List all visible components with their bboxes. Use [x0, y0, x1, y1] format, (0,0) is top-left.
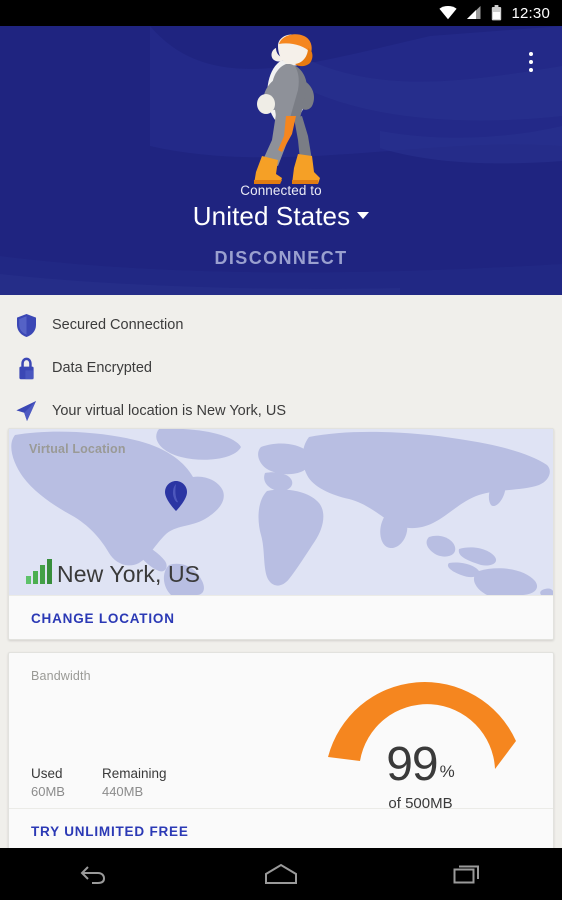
- status-text: Data Encrypted: [52, 360, 152, 376]
- status-text: Your virtual location is New York, US: [52, 403, 286, 419]
- bandwidth-remaining-stat: Remaining 440MB: [102, 765, 167, 801]
- bandwidth-gauge: 99% of 500MB: [316, 675, 531, 812]
- virtual-location-card: Virtual Location New York, US CHANGE LOC…: [8, 428, 554, 640]
- lock-icon: [0, 357, 52, 380]
- current-city: New York, US: [25, 559, 200, 589]
- android-navigation-bar: [0, 848, 562, 900]
- bandwidth-card: Bandwidth Used 60MB Remaining 440MB 99%: [8, 652, 554, 852]
- world-map[interactable]: Virtual Location New York, US: [9, 429, 553, 595]
- status-text: Secured Connection: [52, 317, 184, 333]
- bandwidth-body: Bandwidth Used 60MB Remaining 440MB 99%: [9, 653, 553, 812]
- disconnect-button[interactable]: DISCONNECT: [0, 248, 562, 269]
- status-row-virtual-location: Your virtual location is New York, US: [0, 396, 562, 426]
- signal-bars-icon: [25, 559, 53, 589]
- status-row-data-encrypted: Data Encrypted: [0, 353, 562, 383]
- gauge-percent: 99%: [316, 741, 525, 789]
- navigation-arrow-icon: [0, 400, 52, 422]
- cellular-signal-icon: [467, 6, 481, 19]
- map-pin-icon: [165, 481, 187, 516]
- status-bar-clock: 12:30: [511, 4, 550, 22]
- connection-header: Connected to United States DISCONNECT: [0, 26, 562, 295]
- used-label: Used: [31, 766, 63, 781]
- mascot-illustration: [0, 32, 562, 192]
- gauge-percent-symbol: %: [439, 762, 455, 781]
- country-selector[interactable]: United States: [0, 201, 562, 232]
- gauge-total-label: of 500MB: [388, 795, 453, 812]
- connected-to-label: Connected to: [240, 183, 322, 198]
- chevron-down-icon: [357, 212, 370, 219]
- city-name-label: New York, US: [57, 560, 201, 587]
- remaining-value: 440MB: [101, 784, 144, 800]
- battery-icon: [492, 5, 502, 21]
- vpn-app-screen: 12:30 Connected to United States DISCONN…: [0, 0, 562, 900]
- android-status-bar: 12:30: [0, 0, 562, 26]
- change-location-button[interactable]: CHANGE LOCATION: [9, 595, 553, 639]
- remaining-label: Remaining: [101, 766, 167, 781]
- back-icon: [80, 866, 105, 884]
- selected-country-label: United States: [192, 201, 351, 231]
- bandwidth-used-stat: Used 60MB: [31, 765, 65, 801]
- status-row-secured-connection: Secured Connection: [0, 310, 562, 340]
- wifi-icon: [439, 6, 458, 20]
- gauge-percent-value: 99: [386, 738, 438, 791]
- virtual-location-label: Virtual Location: [29, 442, 126, 456]
- used-value: 60MB: [31, 784, 65, 800]
- connection-status-list: Secured Connection Data Encrypted Your v…: [0, 310, 562, 439]
- bandwidth-label: Bandwidth: [31, 669, 91, 683]
- bandwidth-stats: Used 60MB Remaining 440MB: [31, 765, 167, 801]
- home-icon: [264, 863, 297, 884]
- recents-icon: [453, 865, 480, 884]
- home-button[interactable]: [241, 848, 321, 900]
- shield-icon: [0, 313, 52, 337]
- recents-button[interactable]: [428, 848, 508, 900]
- try-unlimited-free-button[interactable]: TRY UNLIMITED FREE: [9, 808, 553, 851]
- back-button[interactable]: [54, 848, 134, 900]
